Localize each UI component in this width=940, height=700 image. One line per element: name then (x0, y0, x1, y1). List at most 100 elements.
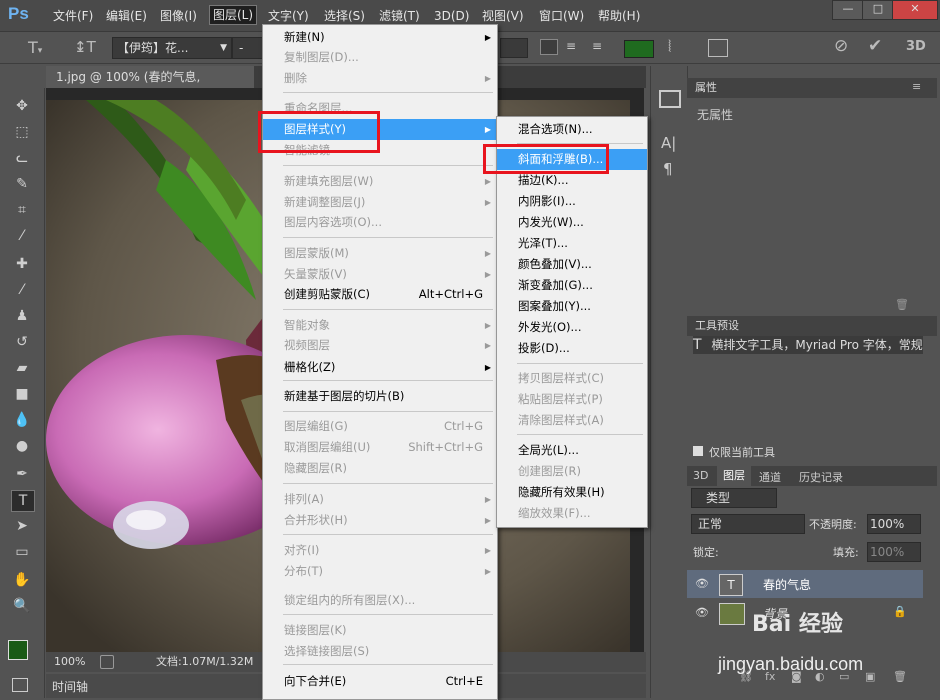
opacity-input[interactable]: 100% (867, 514, 921, 534)
paragraph-panel-icon[interactable]: ¶ (663, 160, 673, 178)
minimize-button[interactable]: — (832, 0, 864, 20)
stamp-tool-icon[interactable]: ♟ (11, 306, 33, 326)
layer-menu-item[interactable]: 排列(A) ▶ (263, 489, 497, 510)
style-menu-item[interactable]: 内发光(W)... (497, 212, 647, 233)
tab-history[interactable]: 历史记录 (799, 469, 843, 485)
layer-menu-item[interactable]: 复制图层(D)... (263, 47, 497, 68)
style-menu-item[interactable]: 颜色叠加(V)... (497, 254, 647, 275)
layer-menu-item[interactable]: 合并形状(H) ▶ (263, 510, 497, 531)
menu-edit[interactable]: 编辑(E) (103, 7, 150, 25)
brush-tool-icon[interactable]: ⁄ (11, 280, 33, 300)
toggle-orientation-icon[interactable]: ↨T (74, 38, 96, 56)
layer-menu-item[interactable]: 新建填充图层(W) ▶ (263, 171, 497, 192)
style-menu-item[interactable]: 粘贴图层样式(P) (497, 389, 647, 410)
layer-menu-item[interactable]: 链接图层(K) (263, 620, 497, 641)
layer-menu-item[interactable]: 锁定组内的所有图层(X)... (263, 590, 497, 611)
tool-presets-title[interactable]: 工具预设 (687, 316, 937, 336)
style-menu-item[interactable]: 光泽(T)... (497, 233, 647, 254)
layer-menu-item[interactable]: 智能对象 ▶ (263, 315, 497, 336)
visibility-eye-icon[interactable]: 👁 (695, 577, 709, 590)
menu-3d[interactable]: 3D(D) (431, 7, 472, 25)
marquee-tool-icon[interactable]: ⬚ (11, 122, 33, 142)
layer-menu-item[interactable]: 取消图层编组(U) Shift+Ctrl+G (263, 437, 497, 458)
style-menu-item[interactable]: 渐变叠加(G)... (497, 275, 647, 296)
menu-help[interactable]: 帮助(H) (595, 7, 643, 25)
only-current-checkbox[interactable] (693, 446, 703, 456)
align-center-icon[interactable]: ≡ (566, 40, 582, 54)
eyedropper-tool-icon[interactable]: ⁄ (11, 226, 33, 246)
layer-menu-item[interactable]: 对齐(I) ▶ (263, 540, 497, 561)
menu-window[interactable]: 窗口(W) (536, 7, 587, 25)
quick-select-tool-icon[interactable]: ✎ (11, 174, 33, 194)
layer-menu-item[interactable]: 选择链接图层(S) (263, 641, 497, 662)
style-menu-item[interactable]: 拷贝图层样式(C) (497, 368, 647, 389)
layer-menu-item[interactable]: 图层编组(G) Ctrl+G (263, 416, 497, 437)
layer-menu-item[interactable]: 图层内容选项(O)... (263, 212, 497, 233)
history-panel-icon[interactable] (659, 90, 681, 108)
commit-icon[interactable]: ✔ (868, 36, 882, 56)
menu-select[interactable]: 选择(S) (321, 7, 368, 25)
timeline-tab[interactable]: 时间轴 (52, 678, 88, 695)
tab-layers[interactable]: 图层 (717, 466, 751, 486)
layer-menu-item[interactable]: 图层蒙版(M) ▶ (263, 243, 497, 264)
menu-type[interactable]: 文字(Y) (265, 7, 312, 25)
new-layer-icon[interactable]: ▣ (865, 670, 875, 683)
align-left-icon[interactable] (540, 39, 558, 55)
layer-menu-item[interactable]: 新建基于图层的切片(B) (263, 386, 497, 407)
character-panel-icon[interactable] (708, 39, 728, 57)
character-panel-toggle-icon[interactable]: A| (661, 134, 676, 152)
style-menu-item[interactable]: 缩放效果(F)... (497, 503, 647, 524)
layer-menu-item[interactable]: 新建调整图层(J) ▶ (263, 192, 497, 213)
cancel-icon[interactable]: ⊘ (834, 36, 848, 56)
align-right-icon[interactable]: ≡ (592, 40, 608, 54)
panel-menu-icon[interactable]: ≡ (912, 80, 921, 93)
quick-mask-icon[interactable] (12, 678, 28, 692)
hand-tool-icon[interactable]: ✋ (11, 570, 33, 590)
visibility-eye-icon[interactable]: 👁 (695, 606, 709, 619)
gradient-tool-icon[interactable]: ■ (11, 384, 33, 404)
menu-filter[interactable]: 滤镜(T) (376, 7, 423, 25)
menu-image[interactable]: 图像(I) (157, 7, 200, 25)
lasso-tool-icon[interactable]: ᓚ (11, 148, 33, 168)
font-size-select[interactable] (500, 38, 528, 58)
warp-text-icon[interactable]: ⦚ (668, 37, 671, 57)
layer-menu-item[interactable]: 向下合并(E) Ctrl+E (263, 671, 497, 692)
document-tab[interactable]: 1.jpg @ 100% (春的气息, RGB/8#) * × (46, 66, 254, 106)
style-menu-item[interactable]: 清除图层样式(A) (497, 410, 647, 431)
style-menu-item[interactable]: 隐藏所有效果(H) (497, 482, 647, 503)
tab-channels[interactable]: 通道 (759, 469, 781, 485)
menu-file[interactable]: 文件(F) (50, 7, 96, 25)
font-family-select[interactable]: 【伊筠】花... ▼ (112, 37, 232, 59)
healing-brush-tool-icon[interactable]: ✚ (11, 254, 33, 274)
layer-row-text[interactable]: 👁 T 春的气息 (687, 570, 923, 598)
pen-tool-icon[interactable]: ✒ (11, 464, 33, 484)
style-menu-item[interactable]: 创建图层(R) (497, 461, 647, 482)
layer-menu-item[interactable]: 栅格化(Z) ▶ (263, 357, 497, 378)
menu-view[interactable]: 视图(V) (479, 7, 527, 25)
zoom-level[interactable]: 100% (54, 652, 85, 672)
rectangle-tool-icon[interactable]: ▭ (11, 542, 33, 562)
layer-menu-item[interactable]: 矢量蒙版(V) ▶ (263, 264, 497, 285)
trash-icon[interactable]: 🗑 (893, 670, 907, 683)
text-color-swatch[interactable] (624, 40, 654, 58)
tab-3d[interactable]: 3D (693, 469, 708, 482)
layer-menu-item[interactable]: 隐藏图层(R) (263, 458, 497, 479)
trash-icon[interactable]: 🗑 (895, 298, 909, 311)
fill-input[interactable]: 100% (867, 542, 921, 562)
dodge-tool-icon[interactable]: ● (11, 436, 33, 456)
style-menu-item[interactable]: 投影(D)... (497, 338, 647, 359)
layer-menu-item[interactable]: 删除 ▶ (263, 68, 497, 89)
eraser-tool-icon[interactable]: ▰ (11, 358, 33, 378)
zoom-tool-icon[interactable]: 🔍 (11, 596, 33, 616)
history-brush-tool-icon[interactable]: ↺ (11, 332, 33, 352)
style-menu-item[interactable]: 外发光(O)... (497, 317, 647, 338)
3d-button[interactable]: 3D (906, 39, 926, 54)
properties-panel-title[interactable]: 属性 (687, 78, 937, 98)
status-info-icon[interactable] (100, 655, 114, 669)
type-tool-button-icon[interactable]: T (11, 490, 35, 512)
layer-menu-item[interactable]: 创建剪贴蒙版(C) Alt+Ctrl+G (263, 284, 497, 305)
blur-tool-icon[interactable]: 💧 (11, 410, 33, 430)
foreground-color-swatch[interactable] (8, 640, 28, 660)
style-menu-item[interactable]: 内阴影(I)... (497, 191, 647, 212)
layer-menu-item[interactable]: 分布(T) ▶ (263, 561, 497, 582)
